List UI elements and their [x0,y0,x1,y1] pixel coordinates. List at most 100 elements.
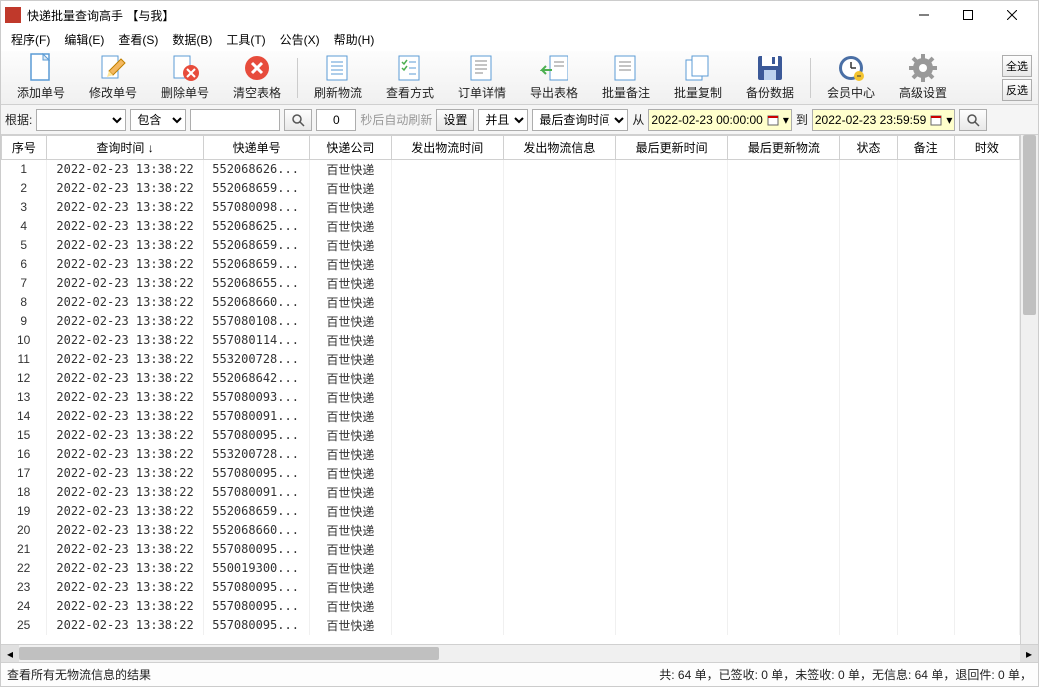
date-to-picker[interactable]: 2022-02-23 23:59:59▾ [812,109,955,131]
table-row[interactable]: 12022-02-23 13:38:22552068626...百世快递 [2,160,1020,179]
col-lasttime[interactable]: 最后更新时间 [616,136,728,160]
export-button[interactable]: 导出表格 [518,53,590,103]
detail-button[interactable]: 订单详情 [446,53,518,103]
table-row[interactable]: 142022-02-23 13:38:22557080091...百世快递 [2,407,1020,426]
col-lastinfo[interactable]: 最后更新物流 [728,136,840,160]
scroll-left-arrow[interactable]: ◂ [1,645,19,662]
select-all-button[interactable]: 全选 [1002,55,1032,77]
col-senttime[interactable]: 发出物流时间 [391,136,503,160]
col-sentinfo[interactable]: 发出物流信息 [503,136,615,160]
search-icon [966,113,980,127]
table-row[interactable]: 112022-02-23 13:38:22553200728...百世快递 [2,350,1020,369]
table-row[interactable]: 22022-02-23 13:38:22552068659...百世快递 [2,179,1020,198]
contain-select[interactable]: 包含 [130,109,186,131]
advanced-button[interactable]: 高级设置 [887,53,959,103]
horizontal-scrollbar[interactable]: ◂ ▸ [1,644,1038,662]
cell-trackno: 552068659... [204,255,310,274]
cell-company: 百世快递 [310,407,392,426]
col-seq[interactable]: 序号 [2,136,47,160]
table-row[interactable]: 82022-02-23 13:38:22552068660...百世快递 [2,293,1020,312]
gear-icon [909,54,937,82]
table-row[interactable]: 32022-02-23 13:38:22557080098...百世快递 [2,198,1020,217]
member-button[interactable]: 会员中心 [815,53,887,103]
search-button-2[interactable] [959,109,987,131]
table-row[interactable]: 162022-02-23 13:38:22553200728...百世快递 [2,445,1020,464]
scroll-thumb[interactable] [19,647,439,660]
seconds-input[interactable] [316,109,356,131]
delete-button[interactable]: 删除单号 [149,53,221,103]
table-area: 序号 查询时间 ↓ 快递单号 快递公司 发出物流时间 发出物流信息 最后更新时间… [1,135,1038,644]
menu-view[interactable]: 查看(S) [112,29,164,50]
batchcopy-button[interactable]: 批量复制 [662,53,734,103]
table-row[interactable]: 182022-02-23 13:38:22557080091...百世快递 [2,483,1020,502]
col-qtime[interactable]: 查询时间 ↓ [46,136,203,160]
invert-selection-button[interactable]: 反选 [1002,79,1032,101]
menu-notice[interactable]: 公告(X) [274,29,326,50]
cell-company: 百世快递 [310,445,392,464]
cell-qtime: 2022-02-23 13:38:22 [46,388,203,407]
add-button[interactable]: 添加单号 [5,53,77,103]
table-row[interactable]: 212022-02-23 13:38:22557080095...百世快递 [2,540,1020,559]
table-row[interactable]: 202022-02-23 13:38:22552068660...百世快递 [2,521,1020,540]
clear-button[interactable]: 清空表格 [221,53,293,103]
col-remark[interactable]: 备注 [897,136,954,160]
search-button[interactable] [284,109,312,131]
cell-qtime: 2022-02-23 13:38:22 [46,483,203,502]
cell-qtime: 2022-02-23 13:38:22 [46,445,203,464]
col-company[interactable]: 快递公司 [310,136,392,160]
scroll-right-arrow[interactable]: ▸ [1020,645,1038,662]
table-row[interactable]: 92022-02-23 13:38:22557080108...百世快递 [2,312,1020,331]
col-status[interactable]: 状态 [840,136,897,160]
close-button[interactable] [990,1,1034,29]
table-row[interactable]: 122022-02-23 13:38:22552068642...百世快递 [2,369,1020,388]
table-row[interactable]: 242022-02-23 13:38:22557080095...百世快递 [2,597,1020,616]
keyword-input[interactable] [190,109,280,131]
scroll-thumb[interactable] [1023,135,1036,315]
settings-button[interactable]: 设置 [436,109,474,131]
menu-tools[interactable]: 工具(T) [220,29,271,50]
table-row[interactable]: 222022-02-23 13:38:22550019300...百世快递 [2,559,1020,578]
filterbar: 根据: 包含 秒后自动刷新 设置 并且 最后查询时间 从 2022-02-23 … [1,105,1038,135]
maximize-button[interactable] [946,1,990,29]
cell-seq: 14 [2,407,47,426]
menu-data[interactable]: 数据(B) [166,29,218,50]
chevron-down-icon: ▾ [946,113,952,127]
basis-select[interactable] [36,109,126,131]
table-row[interactable]: 62022-02-23 13:38:22552068659...百世快递 [2,255,1020,274]
document-x-icon [171,54,199,82]
menu-program[interactable]: 程序(F) [5,29,56,50]
date-from-picker[interactable]: 2022-02-23 00:00:00▾ [648,109,791,131]
save-icon [756,54,784,82]
copy-icon [684,54,712,82]
logic-select[interactable]: 并且 [478,109,528,131]
menu-edit[interactable]: 编辑(E) [58,29,110,50]
timefield-select[interactable]: 最后查询时间 [532,109,628,131]
table-row[interactable]: 52022-02-23 13:38:22552068659...百世快递 [2,236,1020,255]
table-row[interactable]: 192022-02-23 13:38:22552068659...百世快递 [2,502,1020,521]
cell-qtime: 2022-02-23 13:38:22 [46,274,203,293]
col-timeliness[interactable]: 时效 [954,136,1019,160]
batchnote-button[interactable]: 批量备注 [590,53,662,103]
table-row[interactable]: 252022-02-23 13:38:22557080095...百世快递 [2,616,1020,635]
cell-trackno: 553200728... [204,445,310,464]
table-row[interactable]: 132022-02-23 13:38:22557080093...百世快递 [2,388,1020,407]
vertical-scrollbar[interactable] [1020,135,1038,644]
table-row[interactable]: 172022-02-23 13:38:22557080095...百世快递 [2,464,1020,483]
table-row[interactable]: 152022-02-23 13:38:22557080095...百世快递 [2,426,1020,445]
minimize-button[interactable] [902,1,946,29]
col-trackno[interactable]: 快递单号 [204,136,310,160]
table-row[interactable]: 42022-02-23 13:38:22552068625...百世快递 [2,217,1020,236]
refresh-button[interactable]: 刷新物流 [302,53,374,103]
menu-help[interactable]: 帮助(H) [328,29,381,50]
cell-trackno: 557080098... [204,198,310,217]
table-row[interactable]: 102022-02-23 13:38:22557080114...百世快递 [2,331,1020,350]
method-button[interactable]: 查看方式 [374,53,446,103]
backup-button[interactable]: 备份数据 [734,53,806,103]
note-icon [612,54,640,82]
cell-company: 百世快递 [310,388,392,407]
table-row[interactable]: 232022-02-23 13:38:22557080095...百世快递 [2,578,1020,597]
table-row[interactable]: 72022-02-23 13:38:22552068655...百世快递 [2,274,1020,293]
cell-qtime: 2022-02-23 13:38:22 [46,312,203,331]
cell-company: 百世快递 [310,350,392,369]
modify-button[interactable]: 修改单号 [77,53,149,103]
